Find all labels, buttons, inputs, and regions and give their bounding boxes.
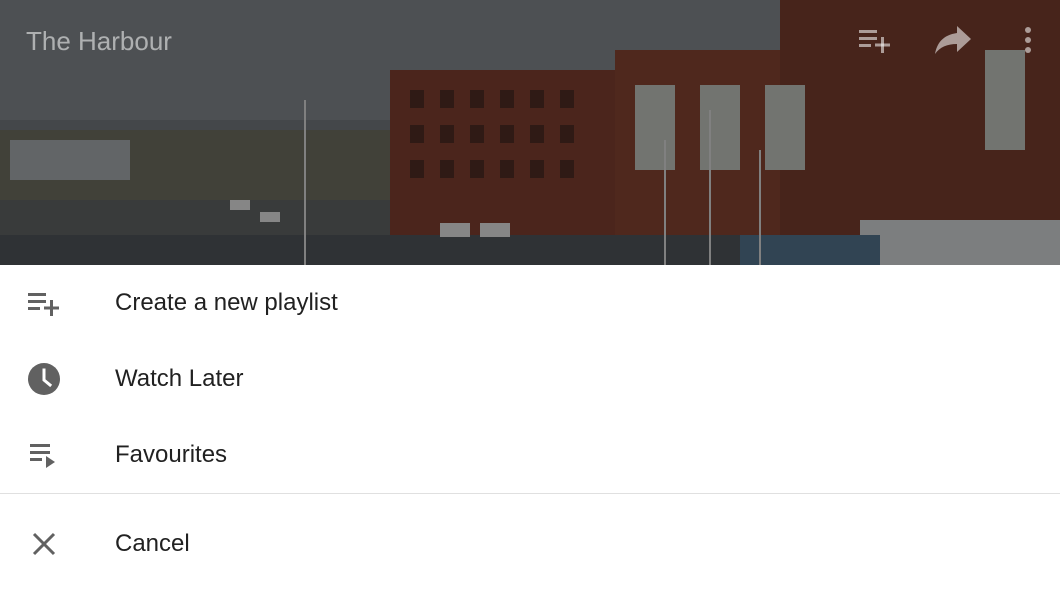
add-to-playlist-button[interactable] — [853, 20, 897, 64]
menu-item-label: Favourites — [115, 441, 228, 468]
video-preview[interactable]: The Harbour — [0, 0, 1060, 265]
menu-divider — [0, 493, 1060, 494]
playlist-add-icon — [26, 285, 62, 321]
add-to-playlist-sheet: Create a new playlist Watch Later Favour… — [0, 265, 1060, 595]
more-options-button[interactable] — [1006, 20, 1050, 64]
menu-item-watch-later[interactable]: Watch Later — [0, 341, 1060, 417]
menu-item-label: Create a new playlist — [115, 289, 338, 316]
playlist-play-icon — [26, 437, 62, 473]
cancel-label: Cancel — [115, 530, 190, 557]
cancel-button[interactable]: Cancel — [0, 506, 1060, 582]
clock-icon — [26, 361, 62, 397]
share-button[interactable] — [931, 20, 975, 64]
close-icon — [26, 526, 62, 562]
menu-item-favourites[interactable]: Favourites — [0, 417, 1060, 493]
menu-item-label: Watch Later — [115, 365, 244, 392]
video-title: The Harbour — [26, 26, 172, 56]
menu-item-create-playlist[interactable]: Create a new playlist — [0, 265, 1060, 341]
more-vert-icon — [1024, 26, 1032, 59]
share-icon — [933, 24, 973, 61]
playlist-add-icon — [857, 26, 893, 59]
